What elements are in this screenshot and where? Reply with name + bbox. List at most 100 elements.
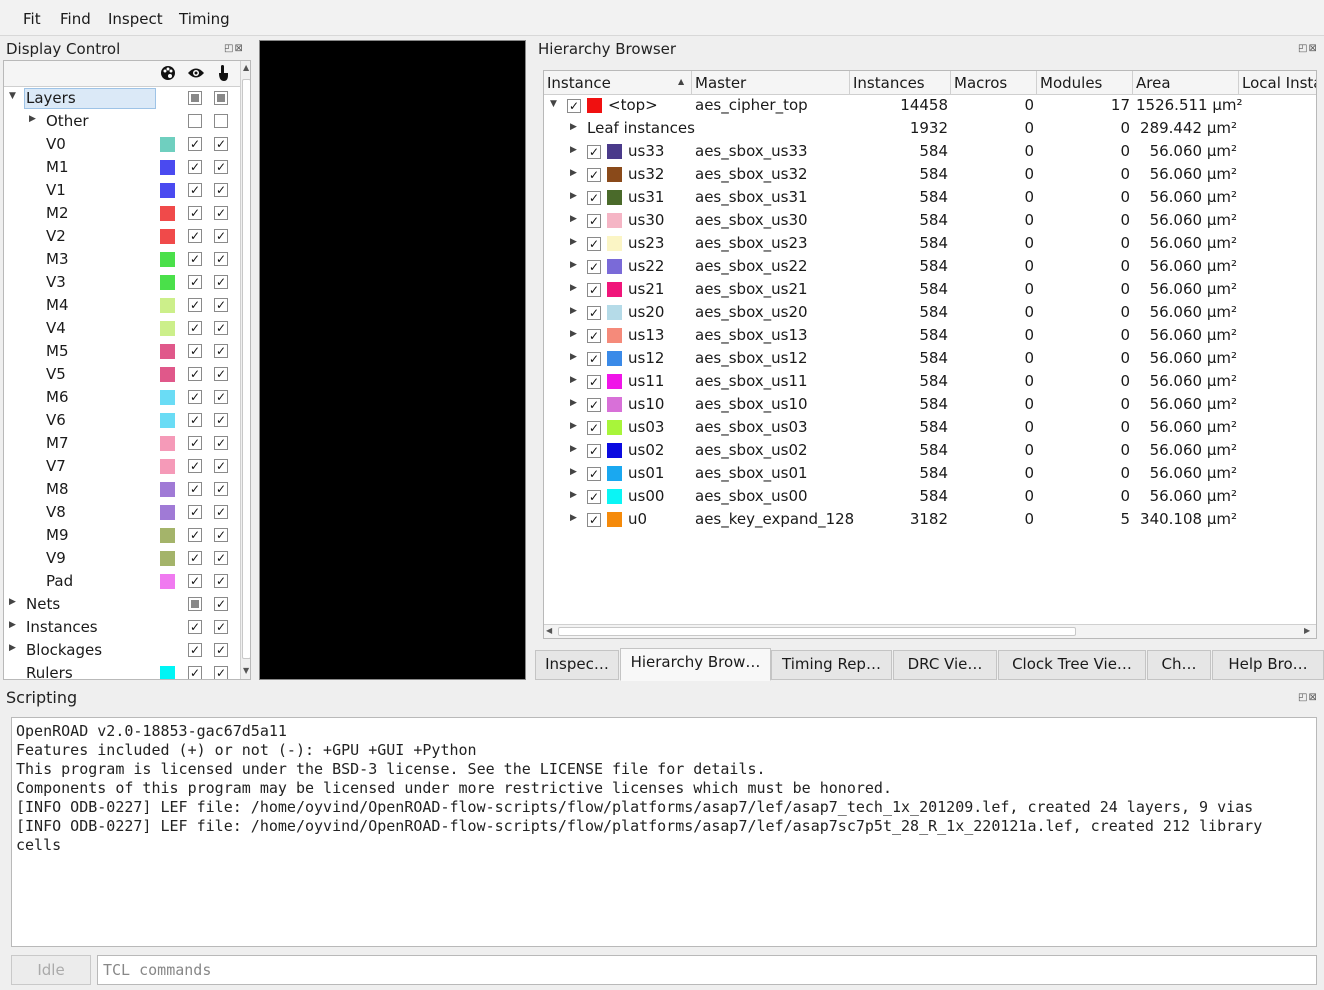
hierarchy-row[interactable]: ▶ ✓ us12 aes_sbox_us12 584 0 0 56.060 µm² xyxy=(544,348,1316,371)
hierarchy-horizontal-scrollbar[interactable]: ◀ ▶ xyxy=(544,624,1316,638)
hierarchy-row[interactable]: ▶ ✓ us20 aes_sbox_us20 584 0 0 56.060 µm² xyxy=(544,302,1316,325)
chevron-right-icon[interactable]: ▶ xyxy=(570,168,577,178)
layer-row-instances[interactable]: ▶ Instances ✓ ✓ xyxy=(4,616,240,639)
layers-group-row[interactable]: ▼ Layers xyxy=(4,87,240,110)
menu-timing[interactable]: Timing xyxy=(179,10,230,28)
layer-visible-checkbox[interactable]: ✓ xyxy=(188,528,202,542)
tab-2[interactable]: Timing Rep… xyxy=(771,650,892,680)
layer-visible-checkbox[interactable]: ✓ xyxy=(188,482,202,496)
instance-visible-checkbox[interactable]: ✓ xyxy=(587,352,601,366)
layer-visible-checkbox[interactable]: ✓ xyxy=(188,206,202,220)
col-instance[interactable]: Instance xyxy=(547,74,611,92)
layer-color-swatch[interactable] xyxy=(160,666,175,679)
layer-color-swatch[interactable] xyxy=(160,298,175,313)
display-control-scrollbar[interactable]: ▲ ▼ xyxy=(240,61,250,679)
layer-color-swatch[interactable] xyxy=(160,160,175,175)
layer-visible-checkbox[interactable]: ✓ xyxy=(188,183,202,197)
layer-row-m7[interactable]: M7 ✓ ✓ xyxy=(4,432,240,455)
layer-row-rulers[interactable]: Rulers ✓ ✓ xyxy=(4,662,240,679)
instance-visible-checkbox[interactable]: ✓ xyxy=(587,398,601,412)
display-control-dock-buttons[interactable]: ◰⊠ xyxy=(224,43,244,54)
instance-visible-checkbox[interactable]: ✓ xyxy=(587,168,601,182)
chevron-down-icon[interactable]: ▼ xyxy=(9,91,16,101)
hierarchy-dock-buttons[interactable]: ◰⊠ xyxy=(1298,43,1318,54)
scroll-right-icon[interactable]: ▶ xyxy=(1304,626,1310,635)
chevron-right-icon[interactable]: ▶ xyxy=(570,260,577,270)
chevron-right-icon[interactable]: ▶ xyxy=(9,643,16,653)
layer-row-v4[interactable]: V4 ✓ ✓ xyxy=(4,317,240,340)
layer-selectable-checkbox[interactable]: ✓ xyxy=(214,528,228,542)
layer-row-m8[interactable]: M8 ✓ ✓ xyxy=(4,478,240,501)
hierarchy-row[interactable]: ▶ Leaf instances 1932 0 0 289.442 µm² xyxy=(544,118,1316,141)
layer-visible-checkbox[interactable]: ✓ xyxy=(188,551,202,565)
col-instances[interactable]: Instances xyxy=(853,74,925,92)
instance-visible-checkbox[interactable]: ✓ xyxy=(587,283,601,297)
layer-color-swatch[interactable] xyxy=(160,390,175,405)
hierarchy-row[interactable]: ▶ ✓ us00 aes_sbox_us00 584 0 0 56.060 µm² xyxy=(544,486,1316,509)
layer-selectable-checkbox[interactable]: ✓ xyxy=(214,482,228,496)
layer-row-m9[interactable]: M9 ✓ ✓ xyxy=(4,524,240,547)
instance-visible-checkbox[interactable]: ✓ xyxy=(587,490,601,504)
idle-status-button[interactable]: Idle xyxy=(11,955,91,985)
instance-visible-checkbox[interactable]: ✓ xyxy=(567,99,581,113)
chevron-right-icon[interactable]: ▶ xyxy=(570,398,577,408)
instance-color-swatch[interactable] xyxy=(607,351,622,366)
instance-visible-checkbox[interactable]: ✓ xyxy=(587,214,601,228)
instance-visible-checkbox[interactable]: ✓ xyxy=(587,260,601,274)
layout-viewer-canvas[interactable] xyxy=(259,40,526,680)
instance-color-swatch[interactable] xyxy=(607,282,622,297)
layer-color-swatch[interactable] xyxy=(160,505,175,520)
instance-color-swatch[interactable] xyxy=(607,466,622,481)
instance-color-swatch[interactable] xyxy=(607,374,622,389)
layer-row-v5[interactable]: V5 ✓ ✓ xyxy=(4,363,240,386)
instance-color-swatch[interactable] xyxy=(607,167,622,182)
hierarchy-row[interactable]: ▶ ✓ us21 aes_sbox_us21 584 0 0 56.060 µm² xyxy=(544,279,1316,302)
col-local-instances[interactable]: Local Insta xyxy=(1242,74,1316,92)
layer-row-v7[interactable]: V7 ✓ ✓ xyxy=(4,455,240,478)
instance-visible-checkbox[interactable]: ✓ xyxy=(587,421,601,435)
instance-visible-checkbox[interactable]: ✓ xyxy=(587,467,601,481)
col-master[interactable]: Master xyxy=(695,74,746,92)
layer-color-swatch[interactable] xyxy=(160,321,175,336)
layer-selectable-checkbox[interactable]: ✓ xyxy=(214,505,228,519)
instance-visible-checkbox[interactable]: ✓ xyxy=(587,444,601,458)
layer-selectable-checkbox[interactable]: ✓ xyxy=(214,160,228,174)
layer-selectable-checkbox[interactable]: ✓ xyxy=(214,367,228,381)
chevron-right-icon[interactable]: ▶ xyxy=(570,375,577,385)
hierarchy-row[interactable]: ▶ ✓ us10 aes_sbox_us10 584 0 0 56.060 µm² xyxy=(544,394,1316,417)
instance-color-swatch[interactable] xyxy=(607,489,622,504)
layer-selectable-checkbox[interactable]: ✓ xyxy=(214,229,228,243)
layer-visible-checkbox[interactable]: ✓ xyxy=(188,367,202,381)
instance-visible-checkbox[interactable]: ✓ xyxy=(587,375,601,389)
layers-selectable-checkbox[interactable] xyxy=(214,91,228,105)
tab-5[interactable]: Ch… xyxy=(1147,650,1211,680)
chevron-right-icon[interactable]: ▶ xyxy=(9,597,16,607)
chevron-right-icon[interactable]: ▶ xyxy=(570,329,577,339)
layer-selectable-checkbox[interactable]: ✓ xyxy=(214,321,228,335)
layer-row-v6[interactable]: V6 ✓ ✓ xyxy=(4,409,240,432)
instance-color-swatch[interactable] xyxy=(607,512,622,527)
layer-color-swatch[interactable] xyxy=(160,206,175,221)
chevron-right-icon[interactable]: ▶ xyxy=(570,352,577,362)
hierarchy-row[interactable]: ▶ ✓ us13 aes_sbox_us13 584 0 0 56.060 µm² xyxy=(544,325,1316,348)
layer-selectable-checkbox[interactable]: ✓ xyxy=(214,275,228,289)
layer-selectable-checkbox[interactable]: ✓ xyxy=(214,597,228,611)
layer-visible-checkbox[interactable]: ✓ xyxy=(188,413,202,427)
scroll-down-icon[interactable]: ▼ xyxy=(243,666,249,675)
layer-visible-checkbox[interactable]: ✓ xyxy=(188,298,202,312)
chevron-right-icon[interactable]: ▶ xyxy=(570,145,577,155)
layer-row-m6[interactable]: M6 ✓ ✓ xyxy=(4,386,240,409)
menu-inspect[interactable]: Inspect xyxy=(108,10,163,28)
layer-visible-checkbox[interactable]: ✓ xyxy=(188,620,202,634)
tab-4[interactable]: Clock Tree Vie… xyxy=(998,650,1146,680)
layer-visible-checkbox[interactable]: ✓ xyxy=(188,643,202,657)
layer-visible-checkbox[interactable]: ✓ xyxy=(188,666,202,679)
layer-color-swatch[interactable] xyxy=(160,137,175,152)
instance-color-swatch[interactable] xyxy=(607,420,622,435)
layer-color-swatch[interactable] xyxy=(160,344,175,359)
layer-color-swatch[interactable] xyxy=(160,252,175,267)
menu-fit[interactable]: Fit xyxy=(23,10,41,28)
layer-row-m4[interactable]: M4 ✓ ✓ xyxy=(4,294,240,317)
hierarchy-row[interactable]: ▶ ✓ us32 aes_sbox_us32 584 0 0 56.060 µm² xyxy=(544,164,1316,187)
chevron-right-icon[interactable]: ▶ xyxy=(570,283,577,293)
